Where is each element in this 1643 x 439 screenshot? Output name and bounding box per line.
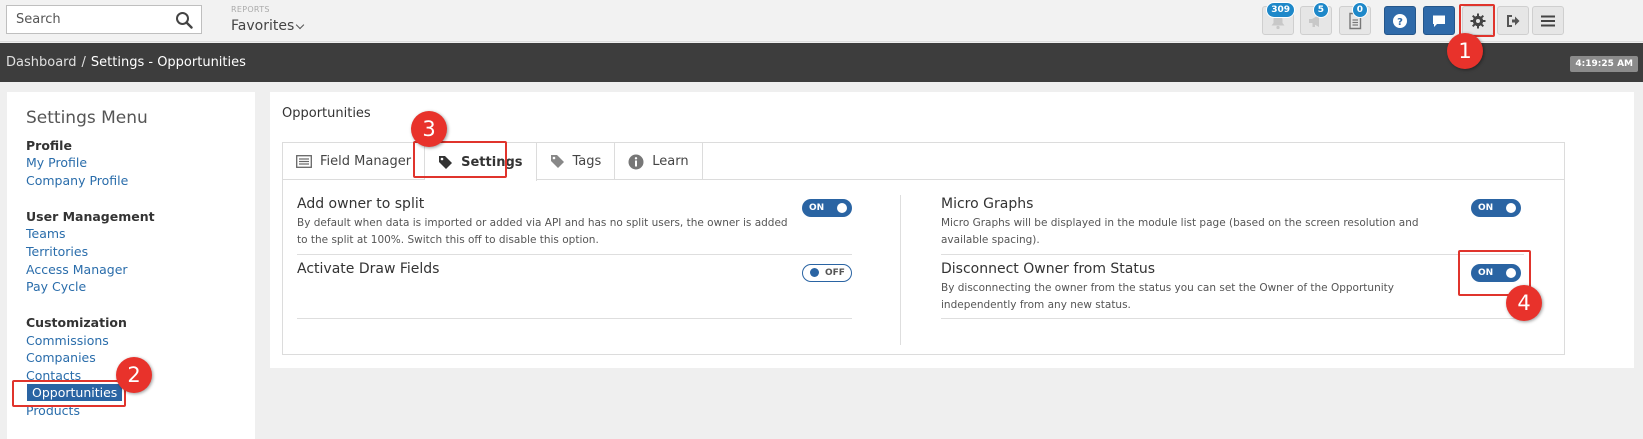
notifications-button[interactable]: 309 xyxy=(1262,2,1295,35)
svg-text:?: ? xyxy=(1397,17,1403,28)
search-input[interactable] xyxy=(7,6,167,33)
clock-badge: 4:19:25 AM xyxy=(1570,56,1638,72)
divider xyxy=(941,254,1524,255)
documents-button[interactable]: 0 xyxy=(1339,2,1371,35)
sidebar-item-access-manager[interactable]: Access Manager xyxy=(26,262,128,277)
tab-field-manager[interactable]: Field Manager xyxy=(283,143,426,180)
sidebar-item-company-profile[interactable]: Company Profile xyxy=(26,173,128,188)
option-desc-disconnect-owner: By disconnecting the owner from the stat… xyxy=(941,282,1394,311)
option-title-add-owner-to-split: Add owner to split xyxy=(297,196,425,212)
main-menu-button[interactable] xyxy=(1532,6,1564,35)
step-marker-1: 1 xyxy=(1447,33,1483,69)
notifications-badge: 309 xyxy=(1266,2,1295,18)
sidebar-item-companies[interactable]: Companies xyxy=(26,350,96,365)
list-icon xyxy=(296,155,312,168)
divider xyxy=(297,254,852,255)
breadcrumb-bar: Dashboard / Settings - Opportunities 4:1… xyxy=(0,43,1643,82)
chat-button[interactable] xyxy=(1423,6,1455,35)
section-title-customization: Customization xyxy=(26,315,127,330)
settings-panel: Opportunities Field Manager Settings Tag… xyxy=(270,92,1634,368)
breadcrumb-separator: / xyxy=(81,55,86,70)
option-desc-add-owner-to-split: By default when data is imported or adde… xyxy=(297,217,788,246)
help-button[interactable]: ? xyxy=(1384,6,1416,35)
question-icon: ? xyxy=(1393,13,1407,28)
info-icon xyxy=(628,154,644,169)
toggle-knob xyxy=(1506,203,1516,213)
tab-learn[interactable]: Learn xyxy=(615,143,703,180)
toggle-knob xyxy=(837,203,847,213)
breadcrumb-current: Settings - Opportunities xyxy=(90,55,246,70)
option-title-disconnect-owner: Disconnect Owner from Status xyxy=(941,261,1156,277)
reports-label: REPORTS xyxy=(231,5,270,14)
tab-tags[interactable]: Tags xyxy=(537,143,616,180)
toggle-activate-draw-fields[interactable]: OFF xyxy=(802,264,852,282)
sidebar-item-pay-cycle[interactable]: Pay Cycle xyxy=(26,279,86,294)
breadcrumb: Dashboard / Settings - Opportunities xyxy=(6,55,246,70)
sidebar-item-my-profile[interactable]: My Profile xyxy=(26,155,87,170)
section-title-user-management: User Management xyxy=(26,209,155,224)
settings-menu-title: Settings Menu xyxy=(26,108,148,128)
sidebar-item-teams[interactable]: Teams xyxy=(26,226,66,241)
step-marker-2: 2 xyxy=(116,357,152,393)
option-title-micro-graphs: Micro Graphs xyxy=(941,196,1034,212)
toggle-state: ON xyxy=(1478,203,1494,213)
hamburger-icon xyxy=(1541,15,1555,26)
tab-label: Learn xyxy=(652,154,689,169)
announcements-badge: 5 xyxy=(1312,2,1329,18)
step-marker-3: 3 xyxy=(411,111,447,147)
chat-icon xyxy=(1433,15,1445,27)
divider xyxy=(941,318,1524,319)
divider xyxy=(297,318,852,319)
highlight-opportunities-item xyxy=(12,380,126,407)
announcements-button[interactable]: 5 xyxy=(1300,2,1332,35)
toggle-micro-graphs[interactable]: ON xyxy=(1471,199,1521,217)
chevron-down-icon xyxy=(296,20,305,29)
search-box xyxy=(6,5,202,34)
step-marker-4: 4 xyxy=(1506,285,1542,321)
toggle-knob xyxy=(810,268,819,277)
breadcrumb-dashboard[interactable]: Dashboard xyxy=(6,55,77,70)
option-title-activate-draw-fields: Activate Draw Fields xyxy=(297,261,440,277)
toggle-add-owner-to-split[interactable]: ON xyxy=(802,199,852,217)
column-divider xyxy=(900,195,901,345)
tag-icon xyxy=(550,155,564,168)
favorites-label: Favorites xyxy=(231,18,295,34)
tab-label: Field Manager xyxy=(320,154,412,169)
search-icon[interactable] xyxy=(175,11,193,29)
toggle-state: OFF xyxy=(825,268,845,278)
documents-badge: 0 xyxy=(1351,2,1368,18)
sidebar-item-commissions[interactable]: Commissions xyxy=(26,333,109,348)
sidebar-item-territories[interactable]: Territories xyxy=(26,244,88,259)
option-desc-micro-graphs: Micro Graphs will be displayed in the mo… xyxy=(941,217,1419,246)
sign-out-icon xyxy=(1507,14,1520,27)
favorites-dropdown[interactable]: Favorites xyxy=(231,18,305,34)
toggle-state: ON xyxy=(809,203,825,213)
page-title: Opportunities xyxy=(282,106,371,121)
section-title-profile: Profile xyxy=(26,138,72,153)
top-bar: REPORTS Favorites 309 5 0 ? xyxy=(0,0,1643,42)
tab-label: Tags xyxy=(572,154,602,169)
logout-button[interactable] xyxy=(1497,6,1529,35)
